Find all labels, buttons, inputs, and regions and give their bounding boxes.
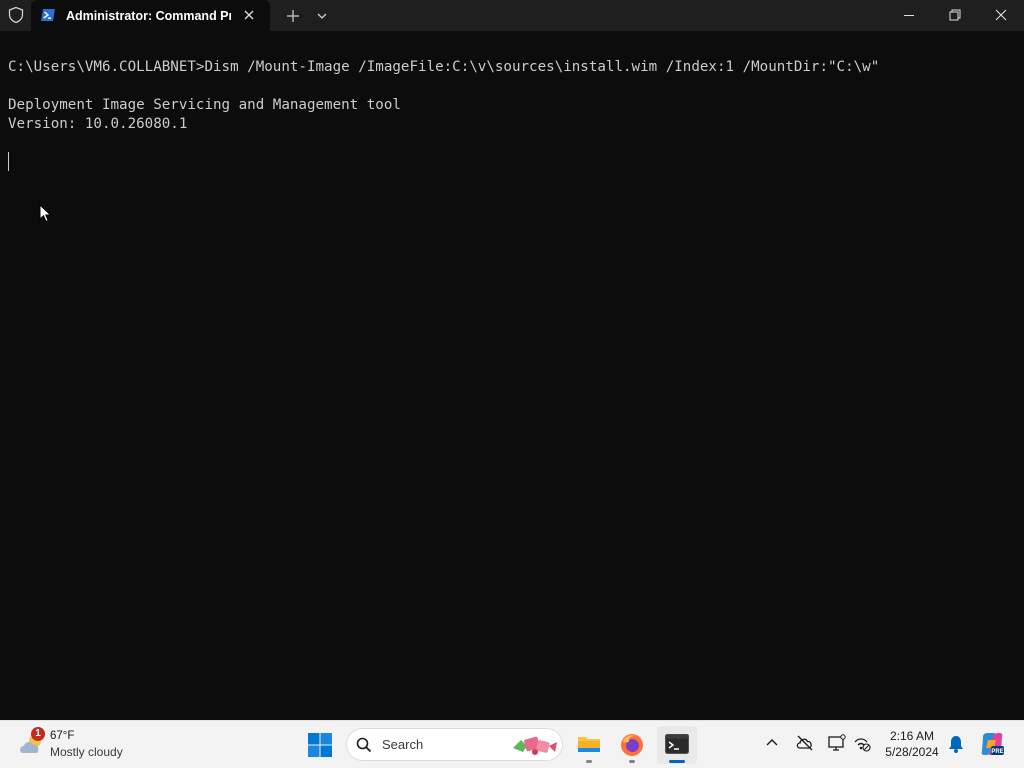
taskbar-app-firefox[interactable]	[612, 726, 652, 764]
console-tool-name-line: Deployment Image Servicing and Managemen…	[8, 97, 401, 113]
running-indicator	[586, 760, 592, 763]
powershell-icon	[41, 9, 55, 21]
taskbar-search-box[interactable]: Search	[346, 728, 563, 761]
minimize-button[interactable]	[886, 0, 932, 31]
search-label: Search	[382, 737, 424, 752]
tab-command-prompt[interactable]: Administrator: Command Prc	[31, 0, 270, 31]
svg-text:PRE: PRE	[991, 749, 1003, 755]
console-version-line: Version: 10.0.26080.1	[8, 116, 188, 132]
clock-date: 5/28/2024	[885, 745, 939, 759]
taskbar-app-file-explorer[interactable]	[569, 726, 609, 764]
chevron-up-icon[interactable]	[762, 733, 782, 753]
bell-icon[interactable]	[946, 734, 966, 754]
new-tab-plus-icon[interactable]	[283, 6, 303, 26]
copilot-icon[interactable]: PRE	[979, 731, 1005, 757]
folder-icon	[578, 737, 600, 752]
console-command-line: C:\Users\VM6.COLLABNET>Dism /Mount-Image…	[8, 59, 880, 75]
tab-dropdown-chevron-down-icon[interactable]	[313, 7, 331, 25]
search-icon	[356, 737, 372, 753]
close-window-button[interactable]	[978, 0, 1024, 31]
weather-description: Mostly cloudy	[50, 745, 123, 759]
taskbar-app-terminal[interactable]	[657, 726, 697, 764]
shield-icon	[8, 6, 24, 24]
restore-button[interactable]	[932, 0, 978, 31]
weather-notification-badge: 1	[31, 727, 45, 741]
console-output[interactable]: C:\Users\VM6.COLLABNET>Dism /Mount-Image…	[8, 58, 1018, 134]
close-icon	[995, 9, 1007, 21]
firefox-icon	[621, 734, 643, 756]
start-windows-icon[interactable]	[305, 730, 335, 760]
mouse-pointer-icon	[39, 204, 52, 223]
taskbar: 1 67°F Mostly cloudy Search 2:16 AM 5/28…	[0, 720, 1024, 768]
display-icon[interactable]	[827, 733, 847, 753]
network-icon[interactable]	[852, 733, 872, 753]
restore-icon	[949, 9, 961, 21]
search-highlight-art-icon	[513, 736, 557, 755]
clock-time: 2:16 AM	[889, 729, 935, 743]
tab-title: Administrator: Command Prc	[66, 9, 231, 23]
cloud-offline-icon[interactable]	[795, 733, 815, 753]
text-caret	[8, 152, 9, 171]
active-indicator	[669, 760, 685, 763]
minimize-icon	[904, 15, 914, 16]
terminal-icon	[665, 734, 689, 754]
title-bar: Administrator: Command Prc	[0, 0, 1024, 31]
close-tab-icon[interactable]	[241, 7, 257, 23]
weather-temperature: 67°F	[50, 730, 75, 742]
running-indicator	[629, 760, 635, 763]
